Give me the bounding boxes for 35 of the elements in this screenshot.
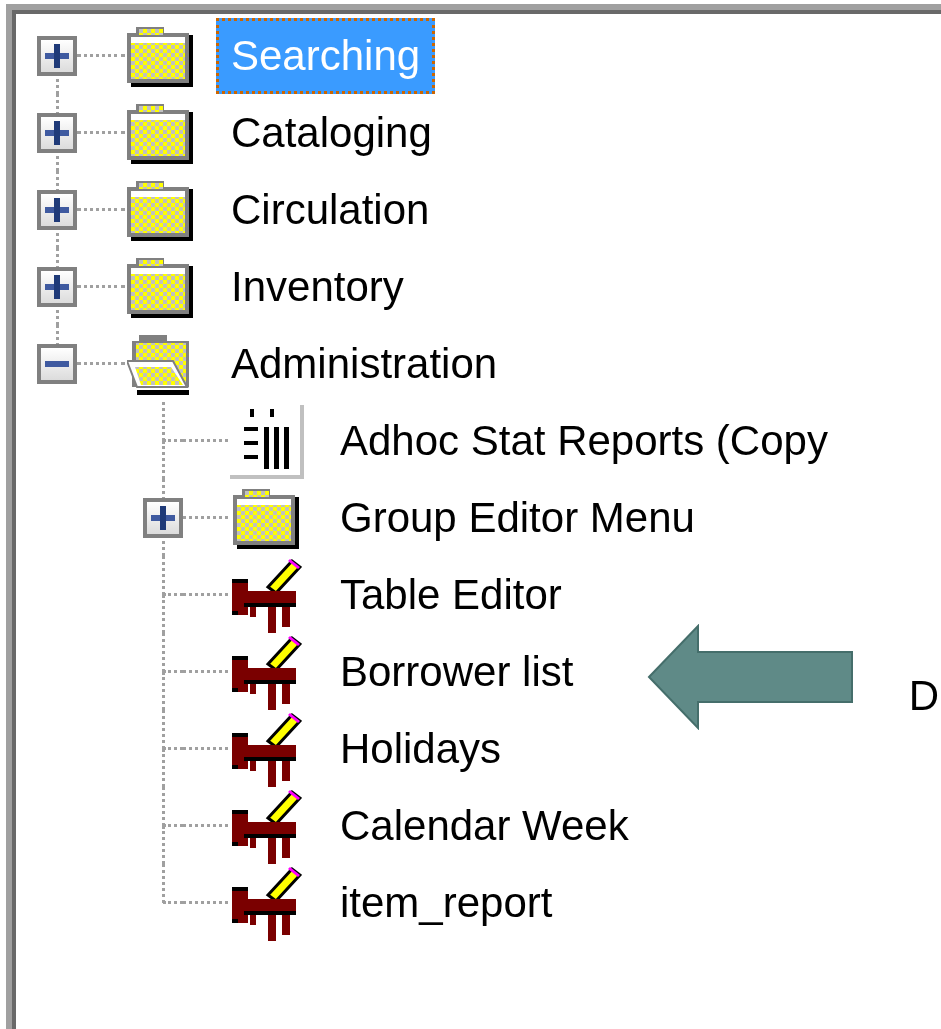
report-icon bbox=[228, 402, 304, 479]
tree-item[interactable]: Holidays bbox=[325, 710, 517, 787]
minus-icon bbox=[45, 360, 69, 367]
chair-pencil-icon bbox=[230, 556, 302, 633]
expand-button[interactable] bbox=[37, 112, 77, 153]
plus-icon bbox=[45, 43, 69, 68]
folder-icon bbox=[127, 255, 193, 318]
tree-item[interactable]: Table Editor bbox=[325, 556, 577, 633]
expand-button[interactable] bbox=[143, 497, 183, 538]
tree-item[interactable]: Inventory bbox=[216, 248, 419, 325]
expand-button[interactable] bbox=[37, 35, 77, 76]
chair-pencil-icon bbox=[230, 710, 302, 787]
plus-icon bbox=[45, 274, 69, 299]
plus-icon bbox=[45, 120, 69, 145]
tree-item[interactable]: Group Editor Menu bbox=[325, 479, 710, 556]
chair-pencil-icon bbox=[230, 633, 302, 710]
folder-icon bbox=[127, 24, 193, 87]
tree-item[interactable]: Calendar Week bbox=[325, 787, 644, 864]
expand-button[interactable] bbox=[37, 189, 77, 230]
plus-icon bbox=[151, 505, 175, 530]
folder-icon bbox=[233, 486, 299, 549]
tree-item[interactable]: Administration bbox=[216, 325, 513, 402]
tree-item[interactable]: Circulation bbox=[216, 171, 445, 248]
tree-item[interactable]: Adhoc Stat Reports (Copy bbox=[325, 402, 843, 479]
expand-button[interactable] bbox=[37, 266, 77, 307]
callout-label: D bbox=[908, 671, 939, 721]
tree-item[interactable]: Cataloging bbox=[216, 94, 447, 171]
collapse-button[interactable] bbox=[37, 343, 77, 384]
folder-icon bbox=[127, 178, 193, 241]
chair-pencil-icon bbox=[230, 864, 302, 941]
folder-icon bbox=[127, 101, 193, 164]
plus-icon bbox=[45, 197, 69, 222]
chair-pencil-icon bbox=[230, 787, 302, 864]
tree-item[interactable]: Borrower list bbox=[325, 633, 589, 710]
tree-item[interactable]: item_report bbox=[325, 864, 568, 941]
